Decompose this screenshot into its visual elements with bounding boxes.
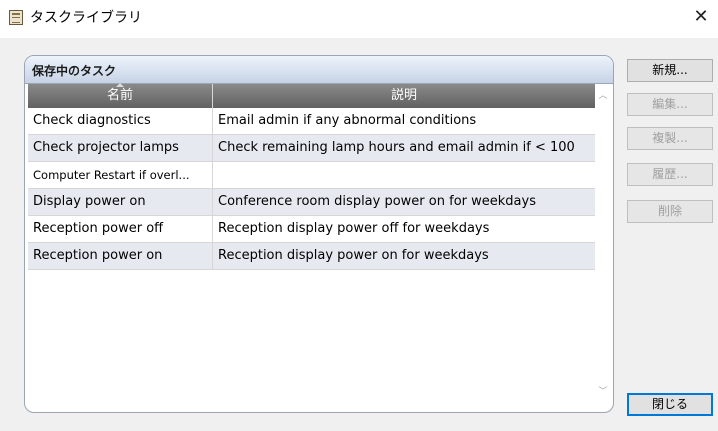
column-header-description[interactable]: 説明 (213, 84, 595, 108)
table-row[interactable]: Check projector lamps Check remaining la… (28, 135, 595, 162)
close-icon[interactable]: ✕ (690, 6, 712, 28)
task-name-cell: Computer Restart if overl... (28, 162, 213, 188)
new-button[interactable]: 新規... (627, 59, 713, 82)
task-description-cell: Email admin if any abnormal conditions (218, 113, 477, 128)
task-name-cell: Reception power on (28, 243, 213, 269)
duplicate-button[interactable]: 複製... (627, 127, 713, 150)
saved-tasks-group: 保存中のタスク 名前 説明 Check diagnostics Email ad… (24, 55, 614, 413)
window-title: タスクライブラリ (30, 10, 142, 26)
edit-button[interactable]: 編集... (627, 93, 713, 116)
delete-button[interactable]: 削除 (627, 200, 713, 223)
table-row[interactable]: Reception power off Reception display po… (28, 216, 595, 243)
table-row[interactable]: Reception power on Reception display pow… (28, 243, 595, 270)
group-title: 保存中のタスク (32, 64, 117, 78)
task-library-icon (9, 10, 23, 25)
scroll-down-icon[interactable]: ﹀ (595, 384, 611, 400)
history-button[interactable]: 履歴... (627, 163, 713, 186)
column-header-name[interactable]: 名前 (28, 83, 213, 108)
task-description-cell: Check remaining lamp hours and email adm… (218, 140, 575, 155)
task-description-cell: Reception display power off for weekdays (218, 221, 490, 236)
sort-ascending-icon (116, 83, 124, 87)
table-row[interactable]: Computer Restart if overl... (28, 162, 595, 189)
scroll-up-icon[interactable]: ︿ (595, 88, 611, 104)
group-header: 保存中のタスク (25, 56, 613, 84)
tasks-table: 名前 説明 Check diagnostics Email admin if a… (28, 83, 595, 404)
task-description-cell (213, 162, 595, 188)
table-rows: Check diagnostics Email admin if any abn… (28, 108, 595, 270)
column-header-description-label: 説明 (390, 88, 417, 103)
task-description-cell: Conference room display power on for wee… (218, 194, 536, 209)
task-name-cell: Reception power off (28, 216, 213, 242)
task-description-cell: Reception display power on for weekdays (218, 248, 489, 263)
title-bar: タスクライブラリ ✕ (0, 0, 718, 38)
table-header: 名前 説明 (28, 83, 595, 108)
close-button[interactable]: 閉じる (627, 393, 713, 416)
task-name-cell: Display power on (28, 189, 213, 215)
task-name-cell: Check diagnostics (28, 108, 213, 134)
window-body: 保存中のタスク 名前 説明 Check diagnostics Email ad… (0, 38, 718, 431)
column-header-name-label: 名前 (106, 88, 133, 103)
task-name-cell: Check projector lamps (28, 135, 213, 161)
table-row[interactable]: Display power on Conference room display… (28, 189, 595, 216)
table-row[interactable]: Check diagnostics Email admin if any abn… (28, 108, 595, 135)
vertical-scrollbar[interactable]: ︿ ﹀ (595, 84, 611, 404)
